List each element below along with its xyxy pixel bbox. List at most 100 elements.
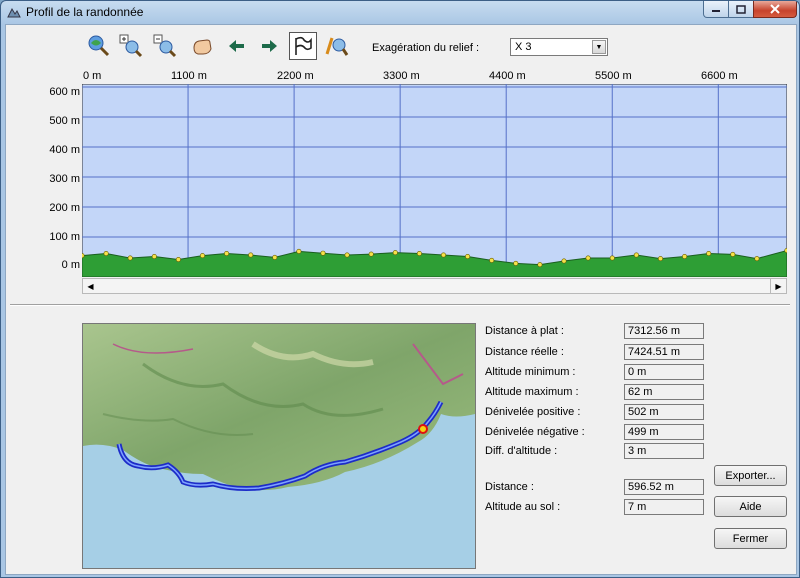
- zoom-fit-button[interactable]: [86, 33, 112, 59]
- zoom-out-icon: [153, 34, 177, 58]
- profile-window: Profil de la randonnée Exagération du re…: [0, 0, 800, 578]
- elevation-point: [416, 251, 422, 257]
- stat-value: 499 m: [624, 424, 704, 440]
- elevation-point: [320, 250, 326, 256]
- chart-horizontal-scrollbar[interactable]: ◀ ▶: [82, 278, 787, 294]
- stat-label: Distance à plat :: [485, 325, 564, 337]
- elevation-point: [175, 257, 181, 263]
- stat-label: Altitude maximum :: [485, 386, 579, 398]
- close-button[interactable]: Fermer: [714, 528, 787, 549]
- waypoint-flag-icon: [295, 36, 312, 55]
- close-icon: [770, 4, 780, 14]
- zoom-in-button[interactable]: [118, 33, 144, 59]
- title-bar[interactable]: Profil de la randonnée: [1, 1, 799, 23]
- y-tick: 300 m: [49, 173, 80, 185]
- elevation-point: [440, 252, 446, 258]
- stat-label: Dénivelée négative :: [485, 426, 585, 438]
- stat-label: Dénivelée positive :: [485, 406, 581, 418]
- x-tick: 1100 m: [171, 70, 207, 82]
- profile-search-icon: [325, 37, 349, 56]
- minimize-button[interactable]: [703, 1, 729, 18]
- stat-label: Altitude au sol :: [485, 501, 561, 513]
- y-tick: 500 m: [49, 115, 80, 127]
- elevation-point: [585, 255, 591, 261]
- x-tick: 6600 m: [701, 70, 738, 82]
- window-title: Profil de la randonnée: [26, 5, 144, 19]
- zoom-fit-icon: [88, 35, 110, 57]
- arrow-left-icon: [229, 40, 244, 52]
- y-tick: 400 m: [49, 144, 80, 156]
- elevation-point: [127, 255, 133, 261]
- x-tick: 5500 m: [595, 70, 632, 82]
- zoom-out-button[interactable]: [152, 33, 178, 59]
- elevation-point: [513, 260, 519, 266]
- elevation-profile-chart[interactable]: [82, 84, 787, 277]
- stat-value: 502 m: [624, 404, 704, 420]
- stat-value: 3 m: [624, 443, 704, 459]
- relief-select[interactable]: X 3 ▼: [510, 38, 608, 56]
- stat-value: 596.52 m: [624, 479, 704, 495]
- elevation-point: [368, 251, 374, 257]
- elevation-point: [754, 256, 760, 262]
- stat-label: Distance réelle :: [485, 346, 564, 358]
- elevation-point: [82, 253, 85, 259]
- stat-value: 0 m: [624, 364, 704, 380]
- scroll-left-icon[interactable]: ◀: [83, 279, 98, 293]
- elevation-point: [561, 258, 567, 264]
- y-tick: 200 m: [49, 202, 80, 214]
- elevation-point: [706, 251, 712, 257]
- close-window-button[interactable]: [753, 1, 797, 18]
- stat-value: 7424.51 m: [624, 344, 704, 360]
- elevation-point: [344, 252, 350, 258]
- app-icon: [7, 7, 21, 18]
- chevron-down-icon[interactable]: ▼: [592, 40, 606, 54]
- y-tick: 0 m: [61, 259, 80, 271]
- elevation-point: [682, 254, 688, 260]
- next-button[interactable]: [256, 33, 282, 59]
- relief-label: Exagération du relief :: [372, 42, 480, 54]
- stat-label: Altitude minimum :: [485, 366, 576, 378]
- elevation-point: [296, 248, 302, 254]
- waypoint-toggle-button[interactable]: [289, 32, 317, 60]
- elevation-point: [609, 255, 615, 261]
- previous-button[interactable]: [224, 33, 250, 59]
- elevation-point: [465, 254, 471, 260]
- scroll-right-icon[interactable]: ▶: [770, 279, 786, 293]
- zoom-in-icon: [119, 34, 143, 58]
- x-tick: 2200 m: [277, 70, 314, 82]
- help-button[interactable]: Aide: [714, 496, 787, 517]
- topographic-map-image: [83, 324, 475, 568]
- elevation-point: [489, 257, 495, 263]
- elevation-point: [730, 251, 736, 257]
- elevation-point: [537, 262, 543, 268]
- y-tick: 100 m: [49, 231, 80, 243]
- route-map[interactable]: [82, 323, 476, 569]
- pan-button[interactable]: [190, 33, 216, 59]
- divider: [10, 304, 790, 306]
- maximize-icon: [736, 4, 746, 14]
- maximize-button[interactable]: [728, 1, 754, 18]
- elevation-point: [103, 251, 109, 257]
- y-tick: 600 m: [49, 86, 80, 98]
- x-tick: 0 m: [83, 70, 102, 82]
- profile-search-button[interactable]: [324, 33, 350, 59]
- elevation-point: [633, 252, 639, 258]
- stat-label: Distance :: [485, 481, 534, 493]
- x-tick: 3300 m: [383, 70, 420, 82]
- stat-value: 62 m: [624, 384, 704, 400]
- x-tick: 4400 m: [489, 70, 526, 82]
- elevation-point: [151, 254, 157, 260]
- elevation-point: [392, 250, 398, 256]
- elevation-point: [248, 252, 254, 258]
- stat-label: Diff. d'altitude :: [485, 445, 558, 457]
- relief-select-value: X 3: [515, 41, 532, 53]
- dialog-client: Exagération du relief : X 3 ▼ 0 m 1100 m…: [5, 24, 797, 575]
- elevation-point: [657, 256, 663, 262]
- export-button[interactable]: Exporter...: [714, 465, 787, 486]
- stat-value: 7312.56 m: [624, 323, 704, 339]
- elevation-point: [224, 251, 230, 257]
- elevation-point: [200, 253, 206, 259]
- minimize-icon: [712, 10, 720, 12]
- arrow-right-icon: [262, 40, 277, 52]
- stat-value: 7 m: [624, 499, 704, 515]
